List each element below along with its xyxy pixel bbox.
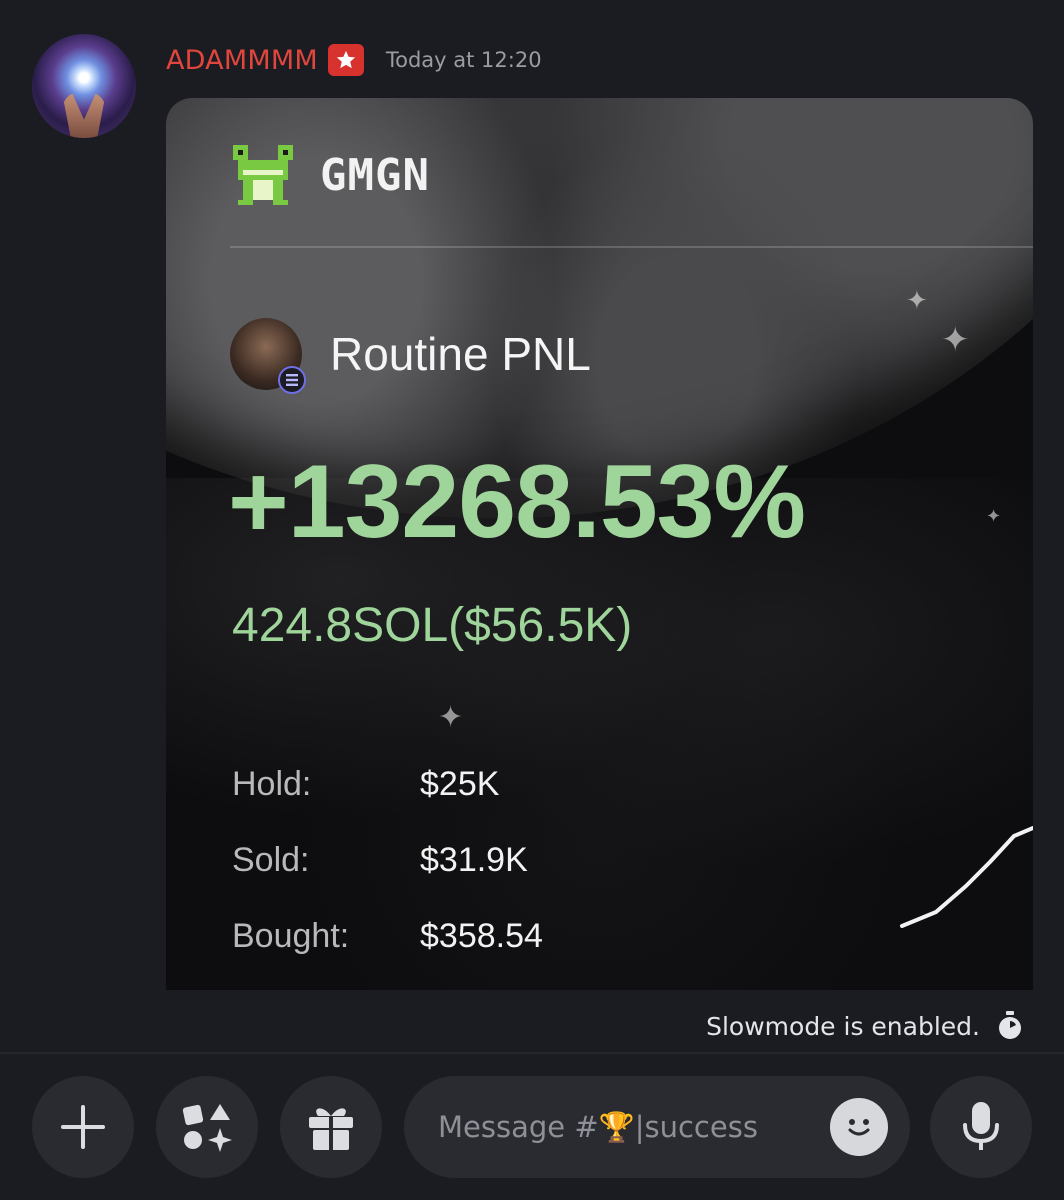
stat-row-bought: Bought: $358.54 <box>232 898 543 974</box>
message-composer: Message #🏆|success <box>0 1054 1064 1200</box>
stat-value: $31.9K <box>420 840 528 879</box>
stat-label: Hold: <box>232 764 312 803</box>
stopwatch-icon <box>999 1011 1021 1039</box>
emoji-button[interactable] <box>830 1098 888 1156</box>
sparkle-icon: ✦ <box>986 506 1002 527</box>
username[interactable]: ADAMMMM <box>166 45 318 76</box>
stat-value: $25K <box>420 764 500 803</box>
slowmode-text: Slowmode is enabled. <box>706 1011 980 1041</box>
sparkle-icon: ✦ <box>438 700 464 735</box>
gift-button[interactable] <box>280 1076 382 1178</box>
brand-header: GMGN <box>228 140 430 210</box>
plus-icon <box>61 1105 105 1149</box>
pnl-amount: 424.8SOL($56.5K) <box>232 599 633 652</box>
brand-name: GMGN <box>320 149 430 201</box>
chat-message: ADAMMMM Today at 12:20 ✦ ✦ ✦ ✦ GMGN Rout… <box>0 0 1064 1050</box>
stat-row-hold: Hold: $25K <box>232 746 543 822</box>
pnl-card-image[interactable]: ✦ ✦ ✦ ✦ GMGN Routine PNL +13268.53% 424.… <box>166 98 1033 990</box>
stat-row-sold: Sold: $31.9K <box>232 822 543 898</box>
slowmode-notice: Slowmode is enabled. <box>706 1006 1024 1046</box>
trend-line <box>900 826 1033 928</box>
stat-label: Bought: <box>232 916 350 955</box>
stat-label: Sold: <box>232 840 310 879</box>
sparkle-icon: ✦ <box>906 286 928 316</box>
message-placeholder: Message #🏆|success <box>438 1109 758 1144</box>
solana-chain-icon <box>278 366 306 394</box>
card-divider <box>230 246 1033 248</box>
smiley-icon <box>848 1119 870 1136</box>
apps-button[interactable] <box>156 1076 258 1178</box>
message-header: ADAMMMM Today at 12:20 <box>166 40 542 80</box>
gift-icon <box>309 1108 353 1150</box>
pnl-percentage: +13268.53% <box>228 444 806 560</box>
voice-message-button[interactable] <box>930 1076 1032 1178</box>
frog-logo-icon <box>233 145 293 205</box>
token-title: Routine PNL <box>330 328 591 380</box>
token-row: Routine PNL <box>230 316 591 394</box>
message-timestamp: Today at 12:20 <box>385 48 542 72</box>
token-avatar <box>230 318 306 394</box>
message-input[interactable]: Message #🏆|success <box>404 1076 910 1178</box>
apps-icon <box>182 1104 232 1152</box>
stat-value: $358.54 <box>420 916 543 955</box>
stats-list: Hold: $25K Sold: $31.9K Bought: $358.54 <box>232 746 543 974</box>
user-avatar[interactable] <box>32 34 136 138</box>
star-badge-icon[interactable] <box>327 44 364 76</box>
add-attachment-button[interactable] <box>32 1076 134 1178</box>
microphone-icon <box>963 1102 999 1150</box>
sparkle-icon: ✦ <box>941 320 970 360</box>
